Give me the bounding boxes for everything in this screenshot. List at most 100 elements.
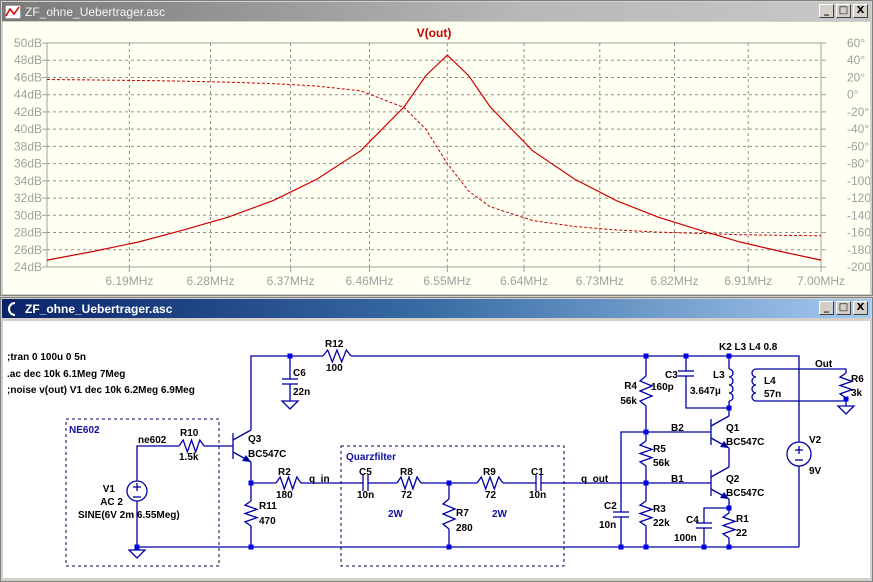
c5-name[interactable]: C5	[359, 467, 372, 478]
r4-name[interactable]: R4	[624, 381, 637, 392]
y-right-tick-label: -100°	[847, 174, 870, 188]
x-tick-label: 6.37MHz	[267, 274, 315, 288]
v1-value[interactable]: AC 2	[100, 497, 123, 508]
l3-name[interactable]: L3	[713, 370, 725, 381]
c6-name[interactable]: C6	[293, 368, 306, 379]
y-right-tick-label: -80°	[847, 157, 869, 171]
y-right-tick-label: 20°	[847, 70, 865, 84]
r12-value[interactable]: 100	[326, 363, 343, 374]
y-right-tick-label: 0°	[847, 88, 859, 102]
x-tick-label: 6.64MHz	[500, 274, 548, 288]
y-left-tick-label: 42dB	[14, 105, 42, 119]
y-left-tick-label: 48dB	[14, 53, 42, 67]
v2-name[interactable]: V2	[809, 435, 822, 446]
junction-dot	[134, 544, 140, 550]
r2-name[interactable]: R2	[278, 467, 291, 478]
trace-title[interactable]: V(out)	[417, 26, 452, 40]
c6-value[interactable]: 22n	[293, 387, 310, 398]
maximize-button[interactable]: □	[836, 301, 851, 315]
v1-sine[interactable]: SINE(6V 2m 6.55Meg)	[78, 510, 180, 521]
r3-value[interactable]: 22k	[653, 518, 670, 529]
y-left-tick-label: 46dB	[14, 70, 42, 84]
q1-name[interactable]: Q1	[726, 423, 740, 434]
minimize-button[interactable]: _	[819, 4, 834, 18]
c2-value[interactable]: 10n	[599, 520, 616, 531]
waveform-title-bar[interactable]: ZF_ohne_Uebertrager.asc _ □ X	[2, 2, 871, 21]
box-label-quarzfilter[interactable]: Quarzfilter	[346, 452, 396, 463]
junction-dot	[446, 480, 452, 486]
minimize-button[interactable]: _	[819, 301, 834, 315]
v2-value[interactable]: 9V	[809, 466, 822, 477]
v1-name[interactable]: V1	[103, 484, 116, 495]
y-right-tick-label: -40°	[847, 122, 869, 136]
r9-value[interactable]: 72	[485, 490, 497, 501]
junction-dot	[643, 429, 649, 435]
c3-name[interactable]: C3	[665, 370, 678, 381]
directive-ac[interactable]: .ac dec 10k 6.1Meg 7Meg	[7, 369, 125, 380]
r3-name[interactable]: R3	[653, 504, 666, 515]
c1-value[interactable]: 10n	[529, 490, 546, 501]
net-label-b2[interactable]: B2	[671, 423, 684, 434]
net-label-out[interactable]: Out	[815, 359, 833, 370]
r4-value[interactable]: 56k	[620, 396, 637, 407]
y-left-tick-label: 34dB	[14, 174, 42, 188]
x-tick-label: 6.55MHz	[423, 274, 471, 288]
q2-value[interactable]: BC547C	[726, 488, 764, 499]
close-button[interactable]: X	[853, 301, 868, 315]
schematic-window: ZF_ohne_Uebertrager.asc _ □ X ;tran 0 10…	[0, 297, 873, 582]
close-button[interactable]: X	[853, 4, 868, 18]
x-tick-label: 6.91MHz	[724, 274, 772, 288]
net-label-q-out[interactable]: q_out	[581, 474, 609, 485]
r11-name[interactable]: R11	[259, 501, 277, 512]
r7-name[interactable]: R7	[456, 508, 469, 519]
schematic-canvas[interactable]: ;tran 0 100u 0 5n .ac dec 10k 6.1Meg 7Me…	[3, 321, 870, 578]
l4-value[interactable]: 57n	[764, 389, 781, 400]
r8-power[interactable]: 2W	[388, 509, 404, 520]
junction-dot	[726, 544, 732, 550]
r10-value[interactable]: 1.5k	[179, 452, 199, 463]
bode-plot[interactable]: V(out) 50dB 48dB 46dB 44dB 42dB 40dB 38dB 36dB 3…	[3, 22, 870, 294]
c3-value[interactable]: 160p	[651, 382, 674, 393]
q3-name[interactable]: Q3	[248, 434, 262, 445]
r5-value[interactable]: 56k	[653, 458, 670, 469]
directive-coupling[interactable]: K2 L3 L4 0.8	[719, 342, 778, 353]
r1-name[interactable]: R1	[736, 514, 749, 525]
r12-name[interactable]: R12	[325, 339, 344, 350]
net-label-q-in[interactable]: q_in	[309, 474, 330, 485]
x-tick-label: 6.82MHz	[650, 274, 698, 288]
r8-name[interactable]: R8	[400, 467, 413, 478]
y-right-tick-label: -120°	[847, 191, 870, 205]
l4-name[interactable]: L4	[764, 376, 776, 387]
l3-value[interactable]: 3.647µ	[690, 386, 721, 397]
net-label-ne602[interactable]: ne602	[138, 435, 167, 446]
r5-name[interactable]: R5	[653, 444, 666, 455]
r9-power[interactable]: 2W	[492, 509, 508, 520]
box-label-ne602[interactable]: NE602	[69, 425, 100, 436]
r11-value[interactable]: 470	[259, 516, 276, 527]
schematic-title-bar[interactable]: ZF_ohne_Uebertrager.asc _ □ X	[2, 299, 871, 318]
c4-value[interactable]: 100n	[674, 533, 697, 544]
q2-name[interactable]: Q2	[726, 474, 740, 485]
junction-dot	[446, 544, 452, 550]
directive-tran[interactable]: ;tran 0 100u 0 5n	[7, 352, 86, 363]
c4-name[interactable]: C4	[686, 515, 699, 526]
c5-value[interactable]: 10n	[357, 490, 374, 501]
r9-name[interactable]: R9	[483, 467, 496, 478]
r10-name[interactable]: R10	[180, 428, 199, 439]
junction-dot	[683, 353, 689, 359]
r7-value[interactable]: 280	[456, 523, 473, 534]
q3-value[interactable]: BC547C	[248, 449, 286, 460]
maximize-button[interactable]: □	[836, 4, 851, 18]
r8-value[interactable]: 72	[401, 490, 413, 501]
c1-name[interactable]: C1	[531, 467, 544, 478]
net-label-b1[interactable]: B1	[671, 474, 684, 485]
r1-value[interactable]: 22	[736, 528, 748, 539]
q1-value[interactable]: BC547C	[726, 437, 764, 448]
r6-name[interactable]: R6	[851, 374, 864, 385]
directive-noise[interactable]: ;noise v(out) V1 dec 10k 6.2Meg 6.9Meg	[7, 385, 195, 396]
waveform-title: ZF_ohne_Uebertrager.asc	[25, 4, 166, 19]
plot-background	[3, 22, 870, 294]
r2-value[interactable]: 180	[276, 490, 293, 501]
r6-value[interactable]: 3k	[851, 388, 863, 399]
c2-name[interactable]: C2	[604, 501, 617, 512]
